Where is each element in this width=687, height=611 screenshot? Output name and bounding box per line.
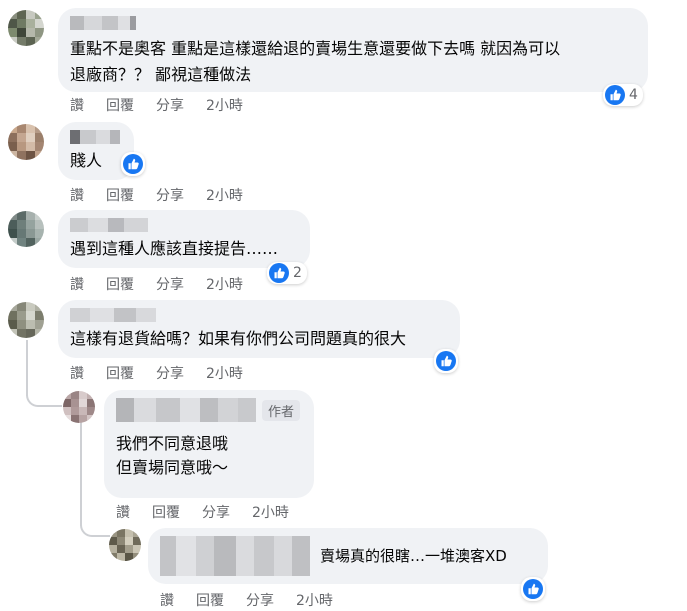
- reply-button[interactable]: 回覆: [196, 590, 224, 610]
- comment-text: 賤人: [70, 151, 103, 170]
- comment-text: 重點不是奧客 重點是這樣還給退的賣場生意還要做下去嗎 就因為可以 退廠商？？ 鄙…: [70, 39, 561, 84]
- like-button[interactable]: 讚: [116, 502, 130, 522]
- reply-text: 我們不同意退哦 但賣場同意哦～: [116, 434, 229, 477]
- avatar[interactable]: [109, 529, 141, 561]
- like-thumb-icon: [123, 154, 143, 174]
- share-button[interactable]: 分享: [156, 95, 184, 115]
- share-button[interactable]: 分享: [156, 274, 184, 294]
- comment-bubble: 這樣有退貨給嗎？如果有你們公司問題真的很大: [58, 300, 460, 358]
- reply-bubble: 作者 我們不同意退哦 但賣場同意哦～: [104, 390, 314, 498]
- reaction-badge[interactable]: 2: [267, 262, 307, 284]
- comment-actions: 讚 回覆 分享 2小時: [70, 363, 243, 383]
- reply-button[interactable]: 回覆: [106, 185, 134, 205]
- reply-button[interactable]: 回覆: [152, 502, 180, 522]
- comment-actions: 讚 回覆 分享 2小時: [70, 185, 243, 205]
- comment-text: 遇到這種人應該直接提告……: [70, 239, 279, 258]
- timestamp[interactable]: 2小時: [206, 274, 243, 294]
- reaction-badge[interactable]: [434, 349, 458, 373]
- avatar[interactable]: [8, 211, 44, 247]
- commenter-name[interactable]: [70, 308, 448, 322]
- reaction-badge[interactable]: 4: [603, 84, 643, 106]
- reply-button[interactable]: 回覆: [106, 95, 134, 115]
- share-button[interactable]: 分享: [156, 363, 184, 383]
- comment-actions: 讚 回覆 分享 2小時: [70, 274, 243, 294]
- like-button[interactable]: 讚: [70, 363, 84, 383]
- timestamp[interactable]: 2小時: [206, 363, 243, 383]
- share-button[interactable]: 分享: [202, 502, 230, 522]
- like-thumb-icon: [269, 263, 289, 283]
- avatar[interactable]: [8, 302, 44, 338]
- avatar[interactable]: [8, 10, 44, 46]
- reaction-badge[interactable]: [121, 152, 145, 176]
- commenter-name[interactable]: [70, 130, 122, 144]
- like-thumb-icon: [523, 579, 543, 599]
- like-button[interactable]: 讚: [70, 95, 84, 115]
- comment-text: 這樣有退貨給嗎？如果有你們公司問題真的很大: [70, 329, 407, 348]
- reaction-count: 2: [293, 265, 302, 281]
- author-badge: 作者: [262, 399, 301, 421]
- like-thumb-icon: [436, 351, 456, 371]
- reaction-badge[interactable]: [521, 577, 545, 601]
- comment-actions: 讚 回覆 分享 2小時: [70, 95, 243, 115]
- commenter-name[interactable]: [70, 218, 298, 232]
- timestamp[interactable]: 2小時: [206, 95, 243, 115]
- reply-actions: 讚 回覆 分享 2小時: [116, 502, 289, 522]
- commenter-name[interactable]: [116, 398, 256, 422]
- like-button[interactable]: 讚: [70, 185, 84, 205]
- comment-bubble: 重點不是奧客 重點是這樣還給退的賣場生意還要做下去嗎 就因為可以 退廠商？？ 鄙…: [58, 8, 648, 92]
- thread-connector: [26, 385, 62, 407]
- thread-connector: [80, 515, 110, 537]
- avatar[interactable]: [63, 391, 95, 423]
- commenter-name[interactable]: [70, 16, 636, 30]
- commenter-name[interactable]: [160, 536, 310, 576]
- reply-bubble: 賣場真的很瞎…一堆澳客XD: [148, 528, 548, 584]
- reply-text: 賣場真的很瞎…一堆澳客XD: [320, 547, 507, 565]
- share-button[interactable]: 分享: [246, 590, 274, 610]
- like-thumb-icon: [605, 85, 625, 105]
- timestamp[interactable]: 2小時: [206, 185, 243, 205]
- like-button[interactable]: 讚: [160, 590, 174, 610]
- timestamp[interactable]: 2小時: [252, 502, 289, 522]
- reply-actions: 讚 回覆 分享 2小時: [160, 590, 333, 610]
- timestamp[interactable]: 2小時: [296, 590, 333, 610]
- avatar[interactable]: [8, 124, 44, 160]
- reply-button[interactable]: 回覆: [106, 274, 134, 294]
- reply-button[interactable]: 回覆: [106, 363, 134, 383]
- like-button[interactable]: 讚: [70, 274, 84, 294]
- thread-line: [80, 422, 82, 526]
- comment-bubble: 遇到這種人應該直接提告……: [58, 210, 310, 268]
- share-button[interactable]: 分享: [156, 185, 184, 205]
- reaction-count: 4: [629, 87, 638, 103]
